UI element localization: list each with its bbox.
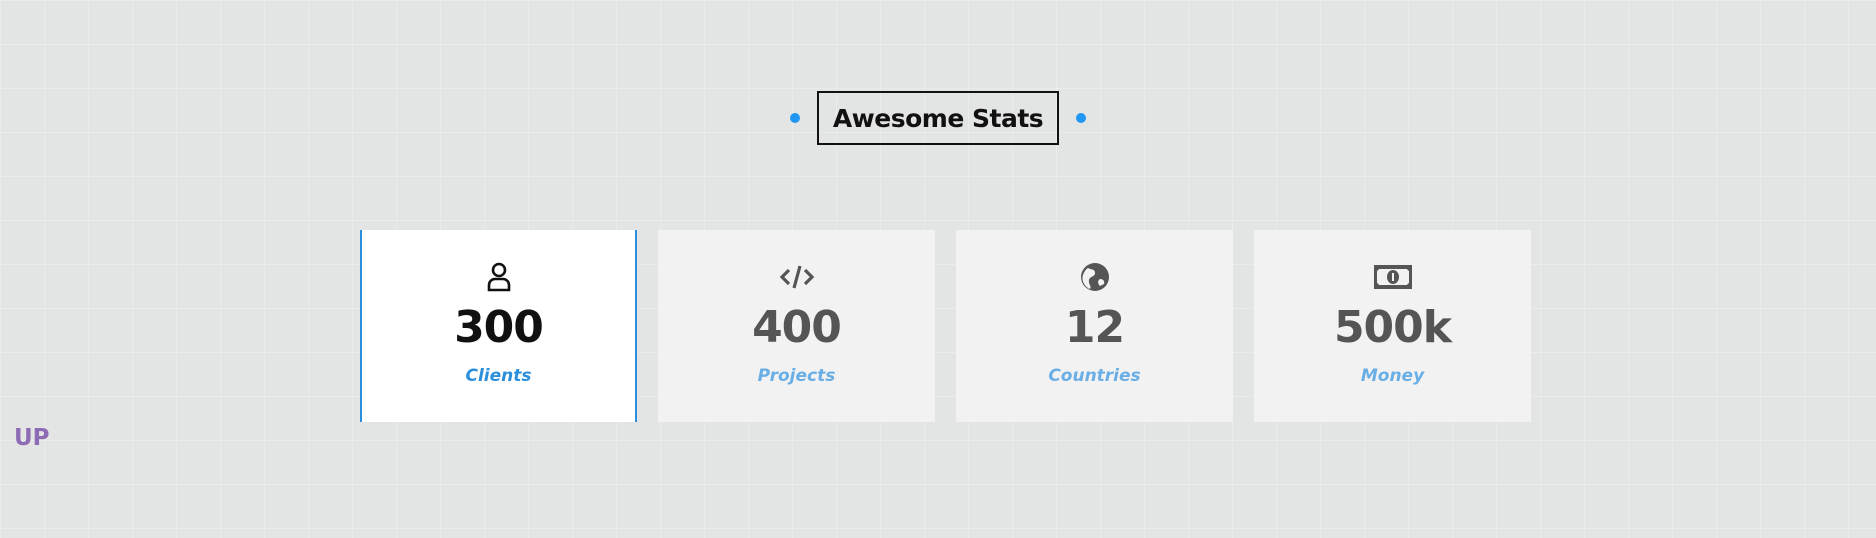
globe-icon [1080,260,1110,294]
dot-right [1076,113,1086,123]
money-bill-icon [1373,260,1413,294]
code-icon [779,260,815,294]
stat-value: 300 [454,302,544,353]
scroll-up-button[interactable]: UP [14,425,50,451]
user-icon [486,260,512,294]
stat-label: Countries [1048,366,1141,386]
stat-value: 400 [752,302,842,353]
section-title: Awesome Stats [817,91,1059,145]
stat-label: Clients [465,366,532,386]
stat-card-projects[interactable]: 400 Projects [658,230,935,422]
stat-label: Projects [757,366,836,386]
stat-card-clients[interactable]: 300 Clients [360,230,637,422]
section-header: Awesome Stats [0,91,1876,145]
stat-value: 500k [1333,302,1452,353]
stat-label: Money [1360,366,1425,386]
dot-left [790,113,800,123]
stat-card-countries[interactable]: 12 Countries [956,230,1233,422]
stat-value: 12 [1064,302,1125,353]
stat-card-money[interactable]: 500k Money [1254,230,1531,422]
stats-cards: 300 Clients 400 Projects 12 Countries 50… [360,230,1531,422]
